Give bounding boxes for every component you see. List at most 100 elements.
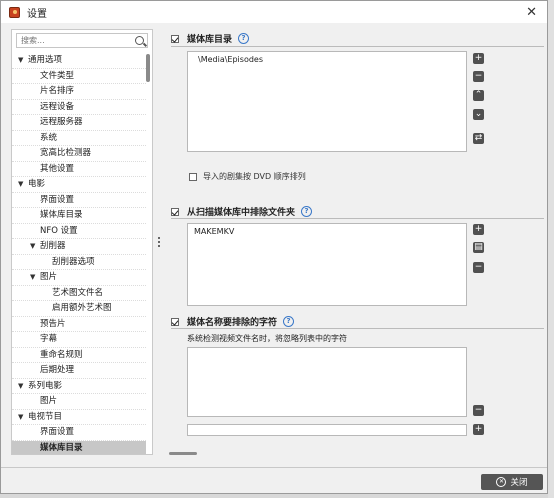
tree-item[interactable]: 界面设置	[12, 193, 146, 208]
tree-item[interactable]: 其他设置	[12, 162, 146, 177]
search-input[interactable]	[17, 36, 131, 45]
tree-item[interactable]: 文件类型	[12, 69, 146, 84]
tree-item-label: 后期处理	[40, 365, 75, 375]
help-icon[interactable]: ?	[283, 316, 295, 327]
list-item[interactable]: MAKEMKV	[194, 227, 460, 236]
tree-item[interactable]: ▼ 通用选项	[12, 53, 146, 69]
divider	[171, 328, 544, 329]
tree-item[interactable]: 远程服务器	[12, 115, 146, 131]
tree-item-label: 预告片	[40, 318, 66, 329]
expand-arrow-icon[interactable]: ▼	[30, 270, 40, 286]
window-close-icon[interactable]: ✕	[526, 5, 537, 20]
tree-item[interactable]: 刮削器选项	[12, 255, 146, 270]
tree-item[interactable]: 预告片	[12, 317, 146, 332]
tree-item-label: 电影	[28, 179, 46, 189]
tree-item-label: NFO 设置	[40, 225, 78, 236]
library-path-list[interactable]: \Media\Episodes	[187, 51, 467, 152]
browse-folder-button[interactable]: ▤	[473, 242, 484, 253]
remove-char-button[interactable]: −	[473, 405, 484, 416]
remove-path-button[interactable]: −	[473, 71, 484, 82]
tree-item-label: 系统	[40, 132, 58, 143]
window-title: 设置	[27, 8, 47, 20]
expand-arrow-icon[interactable]: ▼	[18, 379, 28, 395]
exclude-chars-header: 媒体名称要排除的字符 ?	[171, 315, 295, 328]
tree-item-label: 电视节目	[28, 411, 63, 422]
tree-item[interactable]: 远程设备	[12, 100, 146, 115]
content-scrollbar[interactable]	[169, 452, 197, 455]
expand-arrow-icon[interactable]: ▼	[18, 410, 28, 426]
exclude-chars-input[interactable]	[187, 424, 467, 436]
dvd-order-checkbox[interactable]	[189, 172, 197, 181]
tree-item-label: 图片	[40, 272, 58, 282]
settings-nav-panel: ▼通用选项文件类型片名排序远程设备远程服务器系统宽高比检测器其他设置▼电影界面设…	[11, 29, 153, 455]
tree-item-label: 艺术图文件名	[52, 287, 104, 298]
tree-item[interactable]: 启用额外艺术图	[12, 301, 146, 317]
background-window-edge	[548, 0, 554, 498]
panel-splitter-handle[interactable]	[158, 237, 161, 249]
divider	[171, 218, 544, 219]
exclude-chars-title: 媒体名称要排除的字符	[187, 318, 278, 328]
tree-item-label: 媒体库目录	[40, 442, 83, 453]
tree-item-label: 远程服务器	[40, 117, 83, 127]
nav-scrollbar[interactable]	[146, 54, 150, 82]
tree-item[interactable]: NFO 设置	[12, 224, 146, 239]
dvd-order-option[interactable]: 导入的剧集按 DVD 顺序排列	[189, 171, 306, 182]
add-char-button[interactable]: +	[473, 424, 484, 435]
swap-button[interactable]: ⇄	[473, 133, 484, 144]
expand-arrow-icon[interactable]: ▼	[30, 239, 40, 255]
library-section-toggle[interactable]	[171, 34, 179, 43]
list-item[interactable]: \Media\Episodes	[194, 55, 460, 64]
tree-item-label: 宽高比检测器	[40, 148, 92, 158]
tree-item[interactable]: 重命名规则	[12, 348, 146, 363]
tree-item-label: 远程设备	[40, 101, 75, 112]
close-icon: ✕	[496, 477, 507, 487]
tree-item-label: 文件类型	[40, 70, 75, 81]
tree-item[interactable]: 媒体库目录	[12, 440, 146, 454]
tree-item[interactable]: ▼ 电视节目	[12, 410, 146, 426]
exclude-folders-header: 从扫描媒体库中排除文件夹 ?	[171, 205, 313, 218]
tree-item-label: 刮削器选项	[52, 256, 95, 267]
tree-item[interactable]: 艺术图文件名	[12, 286, 146, 301]
exclude-folders-toggle[interactable]	[171, 207, 179, 216]
dvd-order-label: 导入的剧集按 DVD 顺序排列	[203, 172, 306, 181]
tree-item[interactable]: ▼ 电影	[12, 177, 146, 193]
tree-item[interactable]: 字幕	[12, 332, 146, 348]
remove-folder-button[interactable]: −	[473, 262, 484, 273]
close-button[interactable]: ✕ 关闭	[481, 474, 543, 490]
search-icon[interactable]	[135, 36, 144, 45]
add-path-button[interactable]: +	[473, 53, 484, 64]
tree-item-label: 媒体库目录	[40, 210, 83, 220]
settings-window: 设置 ✕ ▼通用选项文件类型片名排序远程设备远程服务器系统宽高比检测器其他设置▼…	[0, 0, 548, 494]
tree-item-label: 片名排序	[40, 86, 75, 96]
title-bar: 设置 ✕	[1, 1, 547, 23]
search-box[interactable]	[16, 33, 148, 48]
add-folder-button[interactable]: +	[473, 224, 484, 235]
exclude-chars-toggle[interactable]	[171, 317, 179, 326]
tree-item[interactable]: 图片	[12, 394, 146, 410]
tree-item[interactable]: ▼ 刮削器	[12, 239, 146, 255]
tree-item-label: 刮削器	[40, 241, 66, 251]
divider	[171, 46, 544, 47]
move-up-button[interactable]: ⌃	[473, 90, 484, 101]
tree-item-label: 启用额外艺术图	[52, 303, 112, 313]
tree-item[interactable]: ▼ 图片	[12, 270, 146, 286]
tree-item-label: 字幕	[40, 334, 58, 344]
tree-item-label: 界面设置	[40, 194, 75, 205]
exclude-folder-list[interactable]: MAKEMKV	[187, 223, 467, 306]
tree-item-label: 通用选项	[28, 55, 63, 65]
app-logo-icon	[9, 6, 20, 18]
tree-item[interactable]: 宽高比检测器	[12, 146, 146, 162]
tree-item[interactable]: 片名排序	[12, 84, 146, 100]
tree-item[interactable]: 界面设置	[12, 425, 146, 441]
expand-arrow-icon[interactable]: ▼	[18, 53, 28, 69]
expand-arrow-icon[interactable]: ▼	[18, 177, 28, 193]
tree-item[interactable]: 后期处理	[12, 363, 146, 379]
exclude-chars-list[interactable]	[187, 347, 467, 417]
tree-item[interactable]: 系统	[12, 131, 146, 146]
help-icon[interactable]: ?	[238, 33, 250, 44]
tree-item-label: 其他设置	[40, 163, 75, 174]
tree-item[interactable]: ▼ 系列电影	[12, 379, 146, 395]
tree-item[interactable]: 媒体库目录	[12, 208, 146, 224]
move-down-button[interactable]: ⌄	[473, 109, 484, 120]
help-icon[interactable]: ?	[301, 206, 313, 217]
